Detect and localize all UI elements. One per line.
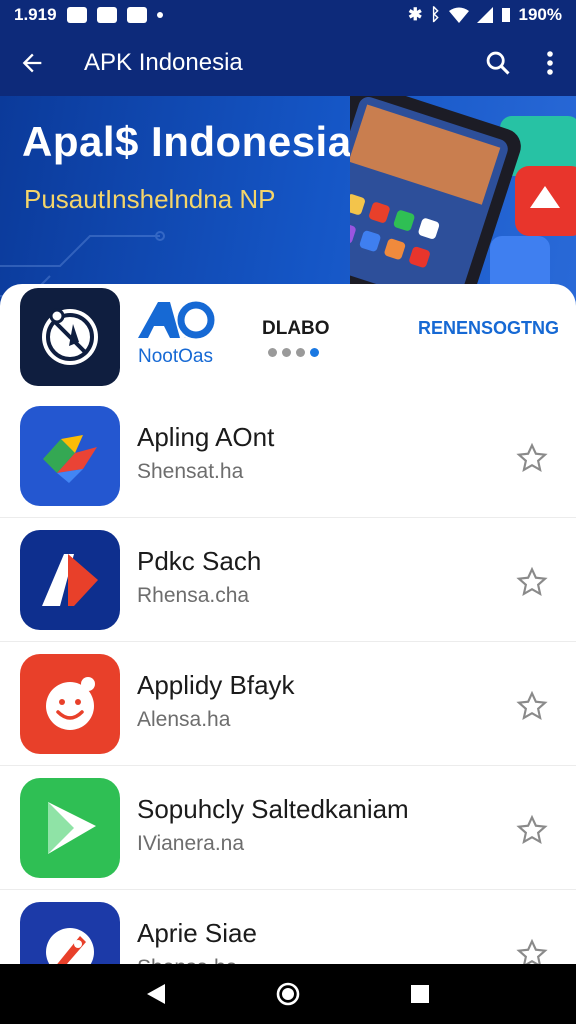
brand-logo-icon: AO xyxy=(138,301,215,339)
app-icon xyxy=(20,406,120,506)
featured-app-icon xyxy=(20,288,120,386)
nav-back-button[interactable] xyxy=(131,969,181,1019)
star-outline-icon xyxy=(516,566,548,596)
favorite-button[interactable] xyxy=(512,686,552,726)
carousel-dot[interactable] xyxy=(268,348,277,357)
app-title: APK Indonesia xyxy=(84,49,243,76)
back-arrow-icon xyxy=(22,53,42,73)
star-outline-icon xyxy=(516,690,548,720)
status-bar: 1.919 ✱ ᛒ 190% xyxy=(0,0,576,30)
app-name: Aprie Siae xyxy=(137,918,257,948)
carousel-dots xyxy=(268,348,319,357)
back-button[interactable] xyxy=(0,30,64,96)
favorite-button[interactable] xyxy=(512,562,552,602)
banner-headline: Apal$ Indonesia xyxy=(22,118,352,165)
no-dig-icon xyxy=(42,308,98,365)
shield-notification-icon xyxy=(96,7,117,23)
vibrate-icon: ✱ xyxy=(408,5,423,24)
battery-level: 190% xyxy=(518,5,562,24)
app-actions xyxy=(472,30,576,96)
more-vert-icon xyxy=(547,51,553,75)
app-name: Apling AOnt xyxy=(137,422,275,452)
app-list-item[interactable]: Pdkc Sach Rhensa.cha xyxy=(0,518,576,642)
featured-link[interactable]: RENENSOGTNG xyxy=(418,318,559,339)
system-nav-bar xyxy=(0,964,576,1024)
search-icon xyxy=(486,51,510,75)
app-icon xyxy=(20,530,120,630)
app-icon xyxy=(20,654,120,754)
app-name: Pdkc Sach xyxy=(137,546,262,576)
more-options-button[interactable] xyxy=(524,30,576,96)
signal-icon xyxy=(476,7,493,23)
app-description: IVianera.na xyxy=(137,832,245,855)
more-notifications-icon xyxy=(156,12,163,18)
nav-recents-button[interactable] xyxy=(395,969,445,1019)
status-time: 1.919 xyxy=(14,5,57,24)
app-notification-icon xyxy=(126,7,147,23)
wifi-icon xyxy=(448,7,469,23)
app-name: Sopuhcly Saltedkaniam xyxy=(137,794,409,824)
battery-icon xyxy=(501,8,510,22)
smile-face-icon xyxy=(46,677,95,730)
app-description: Shensat.ha xyxy=(137,460,244,483)
app-name: Applidy Bfayk xyxy=(137,670,295,700)
nav-back-icon xyxy=(147,984,165,1004)
featured-label: DLABO xyxy=(262,318,330,339)
app-list-item[interactable]: Apling AOnt Shensat.ha xyxy=(0,394,576,518)
app-list-item[interactable]: Sopuhcly Saltedkaniam IVianera.na xyxy=(0,766,576,890)
star-outline-icon xyxy=(516,814,548,844)
carousel-dot[interactable] xyxy=(296,348,305,357)
app-bar: APK Indonesia xyxy=(0,30,576,96)
status-right: ✱ ᛒ 190% xyxy=(408,5,562,25)
notification-icon xyxy=(66,7,87,23)
carousel-dot[interactable] xyxy=(282,348,291,357)
banner-subtitle: PusautInshelndna NP xyxy=(24,184,276,214)
app-description: Alensa.ha xyxy=(137,708,231,731)
bluetooth-icon: ᛒ xyxy=(430,5,441,24)
app-list: Apling AOnt Shensat.ha Pdkc Sach Rhensa.… xyxy=(0,394,576,1014)
favorite-button[interactable] xyxy=(512,810,552,850)
nav-recents-icon xyxy=(411,985,429,1003)
status-left: 1.919 xyxy=(14,5,163,25)
search-button[interactable] xyxy=(472,30,524,96)
favorite-button[interactable] xyxy=(512,438,552,478)
featured-card[interactable]: AO NootOas DLABO RENENSOGTNG xyxy=(0,284,576,394)
app-icon xyxy=(20,778,120,878)
nav-home-icon xyxy=(276,982,300,1006)
play-icon xyxy=(48,802,96,854)
star-outline-icon xyxy=(516,442,548,472)
app-list-item[interactable]: Applidy Bfayk Alensa.ha xyxy=(0,642,576,766)
brand-logo-text: AO xyxy=(184,336,186,339)
nav-home-button[interactable] xyxy=(263,969,313,1019)
carousel-dot-active[interactable] xyxy=(310,348,319,357)
featured-brand-name: NootOas xyxy=(138,346,213,367)
app-description: Rhensa.cha xyxy=(137,584,250,607)
maps-icon xyxy=(43,435,97,483)
arrow-logo-icon xyxy=(42,554,98,606)
